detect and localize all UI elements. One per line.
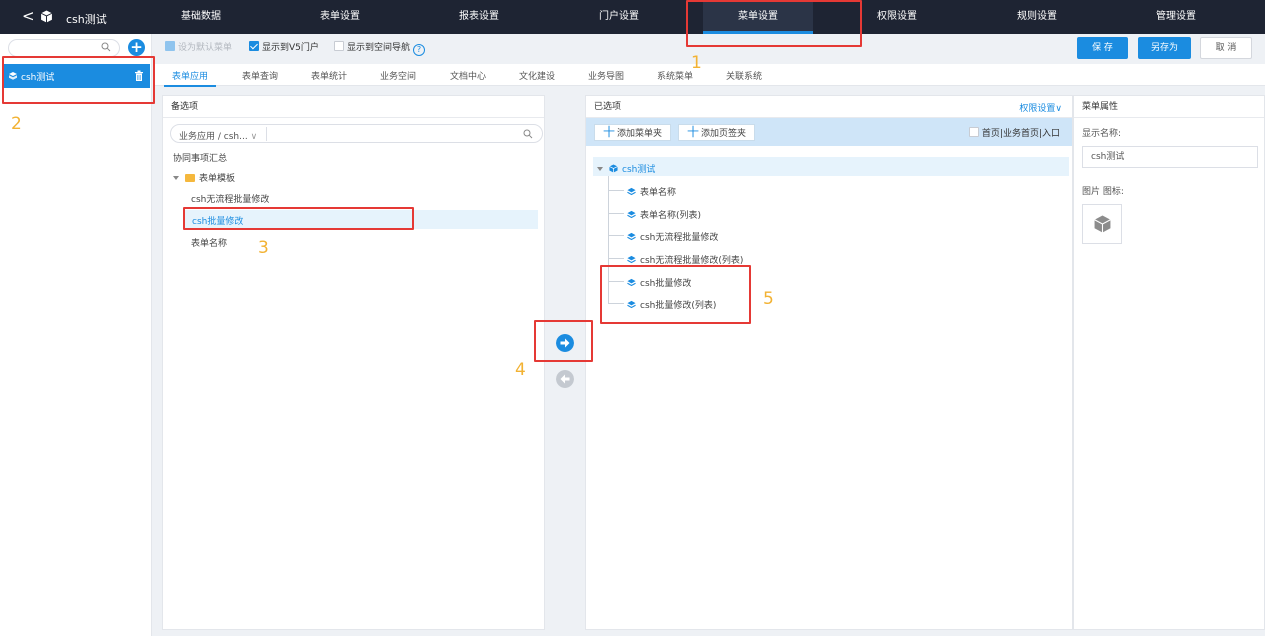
available-items-panel: 备选项 业务应用 / csh... ∨ 协同事项汇总 表单模板 csh无流程批量… (162, 95, 545, 630)
tree-item[interactable]: 表单名称 (191, 236, 227, 249)
category-filter[interactable]: 业务应用 / csh... ∨ (170, 124, 543, 143)
sidebar-search-input[interactable] (8, 39, 120, 57)
cancel-button[interactable]: 取 消 (1200, 37, 1252, 59)
selected-child-node[interactable]: 表单名称 (627, 185, 676, 198)
layers-icon (627, 187, 636, 196)
folder-icon (185, 174, 195, 182)
tab-form-app[interactable]: 表单应用 (163, 69, 217, 87)
permission-settings-link[interactable]: 权限设置∨ (1019, 101, 1062, 114)
annotation-number-1: 1 (691, 53, 702, 73)
help-icon[interactable]: ? (413, 44, 426, 56)
move-left-arrow-icon[interactable] (556, 370, 574, 388)
annotation-box-tree-item (183, 207, 414, 230)
menu-source-tabs: 表单应用 表单查询 表单统计 业务空间 文档中心 文化建设 业务导图 系统菜单 … (155, 64, 1265, 87)
tab-biz-space[interactable]: 业务空间 (380, 69, 416, 82)
menu-sidebar: + csh测试 (0, 34, 152, 636)
show-space-nav-checkbox[interactable] (334, 41, 344, 51)
category-select[interactable]: 业务应用 / csh... ∨ (179, 129, 257, 142)
cube-logo-icon (40, 10, 53, 23)
selected-items-panel: 已选项 权限设置∨ 十添加菜单夹 十添加页签夹 首页|业务首页|入口 csh测试… (585, 95, 1073, 630)
icon-label: 图片 图标: (1082, 187, 1124, 197)
save-as-button[interactable]: 另存为 (1138, 37, 1191, 59)
filter-divider (266, 127, 267, 141)
tab-form-query[interactable]: 表单查询 (242, 69, 278, 82)
default-menu-option[interactable]: 设为默认菜单 (165, 41, 232, 54)
selected-root-node[interactable]: csh测试 (597, 162, 655, 175)
display-name-input[interactable]: csh测试 (1082, 146, 1258, 168)
annotation-box-menu-settings (686, 0, 862, 47)
tab-doc-center[interactable]: 文档中心 (450, 69, 486, 82)
add-folder-button[interactable]: 十添加菜单夹 (594, 124, 672, 141)
caret-down-icon[interactable] (597, 167, 603, 171)
selected-title: 已选项 (586, 96, 1072, 118)
annotation-box-move-button (534, 320, 593, 362)
cube-icon (609, 164, 618, 173)
show-v5-checkbox[interactable] (249, 41, 259, 51)
tree-connector (608, 190, 624, 191)
show-space-nav-option[interactable]: 显示到空间导航? (334, 41, 426, 56)
tab-related-system[interactable]: 关联系统 (726, 69, 762, 82)
selected-child-node[interactable]: csh无流程批量修改 (627, 230, 718, 243)
layers-icon (627, 232, 636, 241)
tree-item[interactable]: csh无流程批量修改 (191, 192, 269, 205)
nav-admin-settings[interactable]: 管理设置 (1121, 0, 1231, 34)
nav-rule-settings[interactable]: 规则设置 (982, 0, 1092, 34)
tree-connector (608, 235, 624, 236)
cube-icon (1094, 215, 1111, 233)
back-icon[interactable]: < (22, 8, 35, 24)
nav-basic-data[interactable]: 基础数据 (146, 0, 256, 34)
tab-culture[interactable]: 文化建设 (519, 69, 555, 82)
annotation-box-selected-items (600, 265, 751, 324)
nav-form-settings[interactable]: 表单设置 (285, 0, 395, 34)
selected-child-node[interactable]: 表单名称(列表) (627, 208, 701, 221)
show-v5-option[interactable]: 显示到V5门户 (249, 41, 319, 54)
menu-properties-panel: 菜单属性 显示名称: csh测试 图片 图标: (1073, 95, 1265, 630)
tree-root-summary[interactable]: 协同事项汇总 (173, 151, 227, 164)
save-button[interactable]: 保 存 (1077, 37, 1128, 59)
tree-connector (608, 258, 624, 259)
annotation-box-sidebar-item (2, 56, 155, 104)
layers-icon (627, 210, 636, 219)
tab-biz-map[interactable]: 业务导图 (588, 69, 624, 82)
home-entry-option[interactable]: 首页|业务首页|入口 (968, 126, 1060, 139)
add-tab-folder-button[interactable]: 十添加页签夹 (678, 124, 756, 141)
app-title: csh测试 (66, 13, 107, 26)
display-name-label: 显示名称: (1082, 129, 1122, 139)
available-title: 备选项 (163, 96, 544, 118)
menu-icon-picker[interactable] (1082, 204, 1122, 244)
tab-form-stats[interactable]: 表单统计 (311, 69, 347, 82)
annotation-number-2: 2 (11, 114, 22, 134)
nav-portal-settings[interactable]: 门户设置 (564, 0, 674, 34)
add-menu-button[interactable]: + (128, 39, 145, 56)
default-menu-checkbox[interactable] (165, 41, 175, 51)
caret-down-icon[interactable] (173, 176, 179, 180)
annotation-number-4: 4 (515, 360, 526, 380)
tab-system-menu[interactable]: 系统菜单 (657, 69, 693, 82)
search-icon[interactable] (523, 129, 533, 139)
top-nav-bar: < csh测试 基础数据 表单设置 报表设置 门户设置 菜单设置 权限设置 规则… (0, 0, 1265, 34)
annotation-number-5: 5 (763, 289, 774, 309)
layers-icon (627, 255, 636, 264)
properties-title: 菜单属性 (1074, 96, 1264, 118)
tree-folder-form-templates[interactable]: 表单模板 (173, 171, 235, 184)
home-entry-checkbox[interactable] (968, 127, 979, 137)
nav-report-settings[interactable]: 报表设置 (424, 0, 534, 34)
selected-root-row[interactable] (593, 157, 1069, 176)
tree-connector (608, 213, 624, 214)
annotation-number-3: 3 (258, 238, 269, 258)
selected-toolbar: 十添加菜单夹 十添加页签夹 首页|业务首页|入口 (586, 118, 1072, 146)
search-icon[interactable] (101, 42, 111, 52)
